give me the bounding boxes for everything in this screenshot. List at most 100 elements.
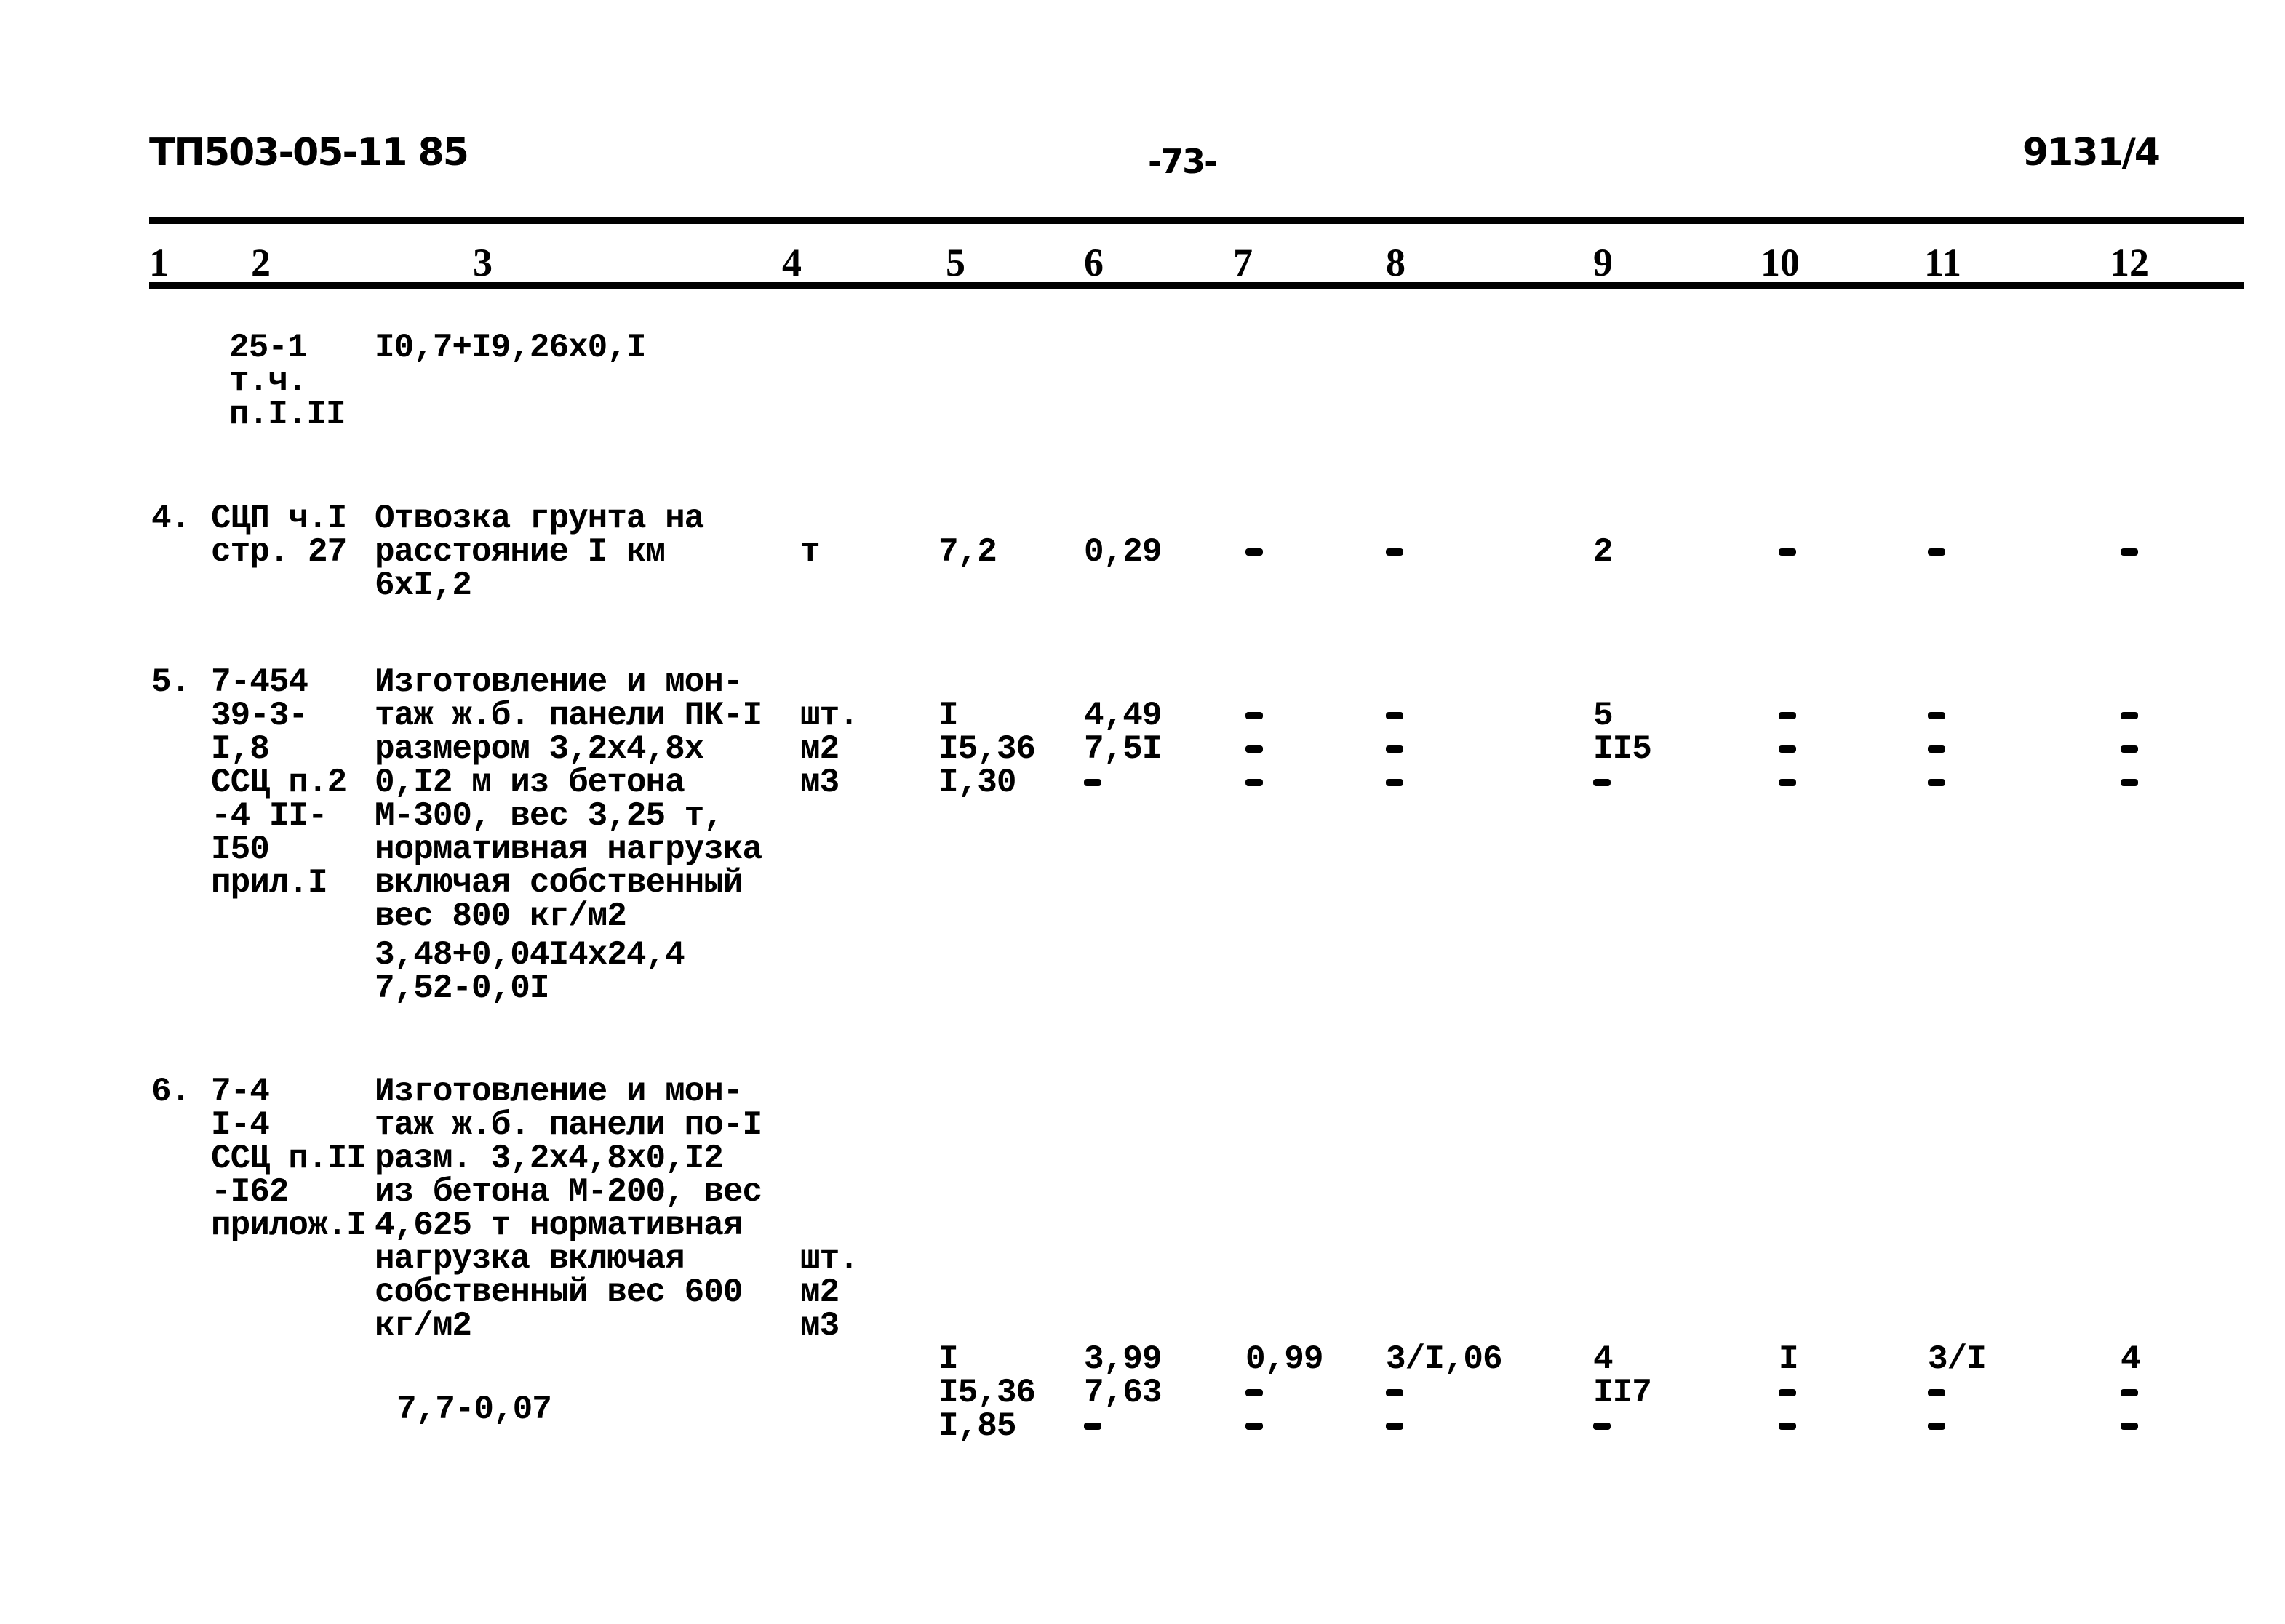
cell-line: м2 [800,730,840,768]
cell-line: 25-1 [229,329,307,367]
cell-line: расстояние I км [375,533,666,571]
dash-mark [1386,1376,1502,1409]
cell-line: I,30 [938,764,1016,801]
work-description: Изготовление и мон-таж ж.б. панели ПК-I р… [375,665,762,933]
dash-mark [1779,1376,1798,1409]
column-number: 12 [2110,241,2149,284]
value-col-6: 4,49 7,5I [1084,699,1162,799]
cell-line: 4,625 т нормативная [375,1207,743,1244]
unit-of-measure: шт. м2 м3 [800,1242,859,1345]
value-col-9: 2 [1593,535,1614,569]
dash-mark [1245,699,1263,732]
dash-mark [1593,1409,1651,1443]
unit-of-measure: шт. м2 м3 [800,699,859,801]
column-number: 5 [946,241,965,284]
dash-mark [2121,699,2138,732]
cell-line: размером 3,2x4,8x [375,730,704,768]
dash-mark [1928,766,1945,799]
cell-line: разм. 3,2x4,8x0,I2 [375,1140,724,1177]
norm-code: 25-1 т.ч. п.I.II [229,331,346,431]
cell-line: 7,2 [938,533,997,571]
value-col-12 [2121,535,2138,569]
sheet-reference: 9131/4 [2022,131,2161,175]
cell-line: м3 [800,1307,840,1345]
unit-of-measure: т [800,533,821,571]
document-code: ТП503-05-11 85 [149,131,469,175]
dash-mark [1928,535,1945,569]
dash-mark [1386,732,1403,766]
column-number: 3 [473,241,493,284]
dash-mark [1386,1409,1502,1443]
dash-mark [1386,535,1403,569]
dash-mark [1245,766,1263,799]
cell-line: из бетона М-200, вес [375,1173,762,1211]
column-number: 11 [1924,241,1962,284]
cell-line: прил.I [211,864,328,902]
value-col-8: 3/I,06 [1386,1343,1503,1443]
value-col-12: 4 [2121,1340,2141,1443]
column-number: 10 [1760,241,1800,284]
cell-line: т [800,533,821,571]
dash-mark [2121,535,2138,569]
cell-line: I,85 [938,1407,1016,1445]
cell-line: 0,99 [1245,1340,1323,1378]
cell-line: включая собственный [375,864,743,902]
dash-mark [2121,1409,2140,1443]
value-col-5: I I5,36 I,85 [938,1343,1036,1445]
calculation-note: 7,7-0,07 [396,1391,552,1428]
value-col-6: 0,29 [1084,535,1162,569]
value-col-11 [1928,535,1945,569]
cell-line: I50 [211,831,270,868]
dash-mark [1593,766,1651,799]
cell-line: I0,7+I9,26x0,I [375,329,646,367]
column-number: 4 [782,241,802,284]
cell-line: I5,36 [938,1374,1036,1412]
cell-line: 7-454 [211,663,308,701]
dash-mark [1928,732,1945,766]
cell-line: I-4 [211,1106,270,1144]
cell-line: стр. 27 [211,533,347,571]
cell-line: 7-4 [211,1073,270,1111]
cell-line: -4 II- [211,797,328,835]
cell-line: 4 [2121,1340,2141,1378]
value-col-6: 3,99 7,63 [1084,1343,1162,1443]
dash-mark [1928,1409,1986,1443]
header-top-rule [149,217,2244,224]
cell-line: 7,63 [1084,1374,1162,1412]
value-col-12 [2121,699,2138,799]
cell-line: нормативная нагрузка [375,831,762,868]
dash-mark [1245,732,1263,766]
column-number: 7 [1233,241,1253,284]
column-number: 9 [1593,241,1613,284]
dash-mark [1928,699,1945,732]
dash-mark [1084,1409,1161,1443]
cell-line: т.ч. [229,362,307,400]
cell-line: 7,7-0,07 [396,1391,552,1428]
cell-line: вес 800 кг/м2 [375,897,627,935]
cell-line: Отвозка грунта на [375,500,704,537]
value-col-10 [1779,535,1796,569]
value-col-10 [1779,699,1796,799]
value-col-10: I [1779,1340,1799,1443]
cell-line: нагрузка включая [375,1240,685,1278]
value-col-7 [1245,699,1263,799]
dash-mark [2121,1376,2140,1409]
cell-line: 39-3- [211,697,308,735]
dash-mark [1245,1409,1323,1443]
cell-line: I [1779,1340,1799,1378]
value-col-7 [1245,535,1263,569]
cell-line: 4 [1593,1340,1614,1378]
dash-mark [1245,1376,1323,1409]
cell-line: прилож.I [211,1207,367,1244]
cell-line: М-300, вес 3,25 т, [375,797,724,835]
cell-line: м3 [800,764,840,801]
cell-line: I [938,697,959,735]
value-col-7: 0,99 [1245,1343,1323,1443]
page-number: -73- [1148,142,1218,181]
column-number: 1 [149,241,169,284]
value-col-9: 4 II7 [1593,1340,1652,1443]
dash-mark [1779,732,1796,766]
dash-mark [1779,1409,1798,1443]
work-description: Изготовление и мон-таж ж.б. панели по-I р… [375,1075,762,1343]
column-number: 6 [1084,241,1104,284]
